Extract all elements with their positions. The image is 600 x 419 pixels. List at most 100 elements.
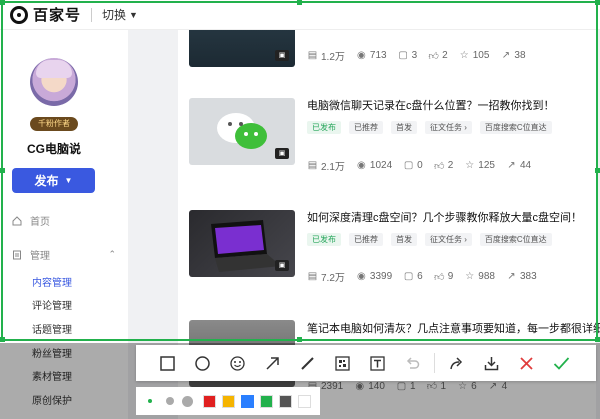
ellipse-tool-button[interactable] (185, 345, 220, 381)
emoji-tool-button[interactable] (220, 345, 255, 381)
mosaic-tool-button[interactable] (325, 345, 360, 381)
brush-size-medium[interactable] (166, 397, 174, 405)
stat-favorites: ☆ 988 (465, 271, 495, 282)
resize-handle-top-right[interactable] (595, 0, 600, 5)
publish-button[interactable]: 发布 ▼ (12, 168, 95, 193)
eye-icon: ◉ (357, 160, 366, 171)
stat-likes: 👍︎ 9 (433, 271, 454, 283)
article-thumbnail[interactable]: ▣ (189, 210, 295, 277)
chevron-down-icon: ▼ (129, 9, 138, 20)
share-icon: ↗ (501, 50, 511, 61)
color-swatch-white[interactable] (298, 394, 311, 408)
sidebar-item-home[interactable]: 首页 (12, 213, 50, 228)
rectangle-tool-button[interactable] (150, 345, 185, 381)
stat-comments: ▢ 3 (398, 50, 418, 61)
resize-handle-bottom-left[interactable] (0, 337, 5, 342)
sidebar-item-topic-management[interactable]: 话题管理 (32, 321, 72, 336)
color-swatch-blue[interactable] (241, 394, 254, 408)
stat-favorites: ☆ 105 (459, 50, 490, 61)
switch-button[interactable]: 切换 ▼ (102, 6, 138, 23)
comment-icon: ▢ (403, 271, 414, 282)
tag: 已推荐 (349, 121, 383, 134)
comment-icon: ▢ (403, 160, 414, 171)
tag: 百度搜索C位直达 (479, 233, 552, 246)
tag: 首发 (391, 121, 417, 134)
undo-icon (406, 356, 420, 369)
color-swatch-yellow[interactable] (222, 394, 235, 408)
document-icon (13, 250, 21, 259)
toolbar-divider (434, 353, 435, 373)
article-stats: ▤ 7.2万 ◉ 3399 ▢ 6 👍︎ 9 ☆ 988 ↗ 383 (307, 269, 537, 284)
baijiahao-logo-icon[interactable] (10, 5, 28, 24)
article-thumbnail[interactable]: ▣ (189, 98, 295, 165)
resize-handle-left[interactable] (0, 168, 5, 173)
arrow-tool-button[interactable] (255, 345, 290, 381)
image-icon: ▣ (275, 148, 289, 159)
stat-views: ▤ 7.2万 (307, 271, 345, 284)
resize-handle-right[interactable] (595, 168, 600, 173)
article-title[interactable]: 如何深度清理c盘空间？几个步骤教你释放大量c盘空间！ (307, 209, 582, 225)
undo-button[interactable] (395, 345, 430, 381)
resize-handle-top[interactable] (297, 0, 302, 5)
article-tags: 已发布 已推荐 首发 征文任务 › 百度搜索C位直达 (307, 121, 552, 134)
article-title[interactable]: 电脑微信聊天记录在c盘什么位置？一招教你找到！ (307, 97, 555, 113)
tag: 首发 (391, 233, 417, 246)
tag-task-link[interactable]: 征文任务 › (425, 121, 472, 134)
stat-shares: ↗ 38 (501, 50, 526, 61)
eye-icon: ◉ (357, 271, 366, 282)
stat-likes: 👍︎ 2 (428, 50, 448, 62)
stat-comments: ▢ 0 (403, 160, 423, 171)
share-icon (450, 356, 463, 369)
switch-label: 切换 (102, 8, 127, 22)
sidebar-item-content-management[interactable]: 内容管理 (32, 274, 72, 289)
stat-comments: ▢ 6 (403, 271, 423, 282)
views-icon: ▤ (307, 160, 318, 171)
resize-handle-bottom-right[interactable] (595, 337, 600, 342)
caret-down-icon: ▼ (64, 176, 73, 185)
text-icon (370, 355, 385, 371)
rectangle-icon (160, 355, 175, 371)
eye-icon: ◉ (357, 50, 366, 61)
share-button[interactable] (439, 345, 474, 381)
star-icon: ☆ (459, 50, 469, 61)
arrow-icon (266, 356, 279, 370)
article-title[interactable]: 笔记本电脑如何清灰？几点注意事项要知道，每一步都很详细！ (307, 320, 600, 336)
color-size-bar (136, 387, 320, 415)
text-tool-button[interactable] (360, 345, 395, 381)
chevron-up-icon: ⌃ (108, 249, 116, 259)
color-swatch-red[interactable] (203, 394, 216, 408)
mosaic-icon (335, 355, 350, 371)
sidebar-item-label: 首页 (30, 217, 50, 228)
author-badge: 千粉作者 (30, 117, 78, 131)
username: CG电脑说 (26, 142, 81, 156)
cancel-button[interactable] (509, 345, 544, 381)
stat-views: ▤ 1.2万 (307, 50, 345, 63)
circle-icon (195, 355, 210, 371)
resize-handle-bottom[interactable] (297, 337, 302, 342)
image-icon: ▣ (275, 50, 289, 61)
star-icon: ☆ (465, 160, 475, 171)
close-icon (520, 356, 533, 370)
confirm-button[interactable] (544, 345, 579, 381)
resize-handle-top-left[interactable] (0, 0, 5, 5)
stat-shares: ↗ 383 (507, 271, 537, 282)
thumbs-up-icon: 👍︎ (428, 50, 439, 62)
views-icon: ▤ (307, 50, 318, 61)
screenshot-toolbar (136, 345, 596, 381)
sidebar-item-comment-management[interactable]: 评论管理 (32, 297, 72, 312)
logo-text[interactable]: 百家号 (33, 4, 81, 25)
pen-tool-button[interactable] (290, 345, 325, 381)
image-icon: ▣ (275, 260, 289, 271)
sidebar-item-manage[interactable]: 管理 ⌃ (12, 247, 116, 262)
tag-task-link[interactable]: 征文任务 › (425, 233, 472, 246)
color-swatch-gray[interactable] (279, 394, 292, 408)
thumbs-up-icon: 👍︎ (433, 160, 445, 172)
brush-size-small[interactable] (148, 399, 152, 403)
avatar[interactable] (30, 58, 78, 106)
check-icon (553, 356, 570, 370)
brush-size-large[interactable] (182, 395, 193, 407)
publish-label: 发布 (34, 174, 59, 188)
tag: 百度搜索C位直达 (479, 121, 552, 134)
download-button[interactable] (474, 345, 509, 381)
color-swatch-green[interactable] (260, 394, 273, 408)
